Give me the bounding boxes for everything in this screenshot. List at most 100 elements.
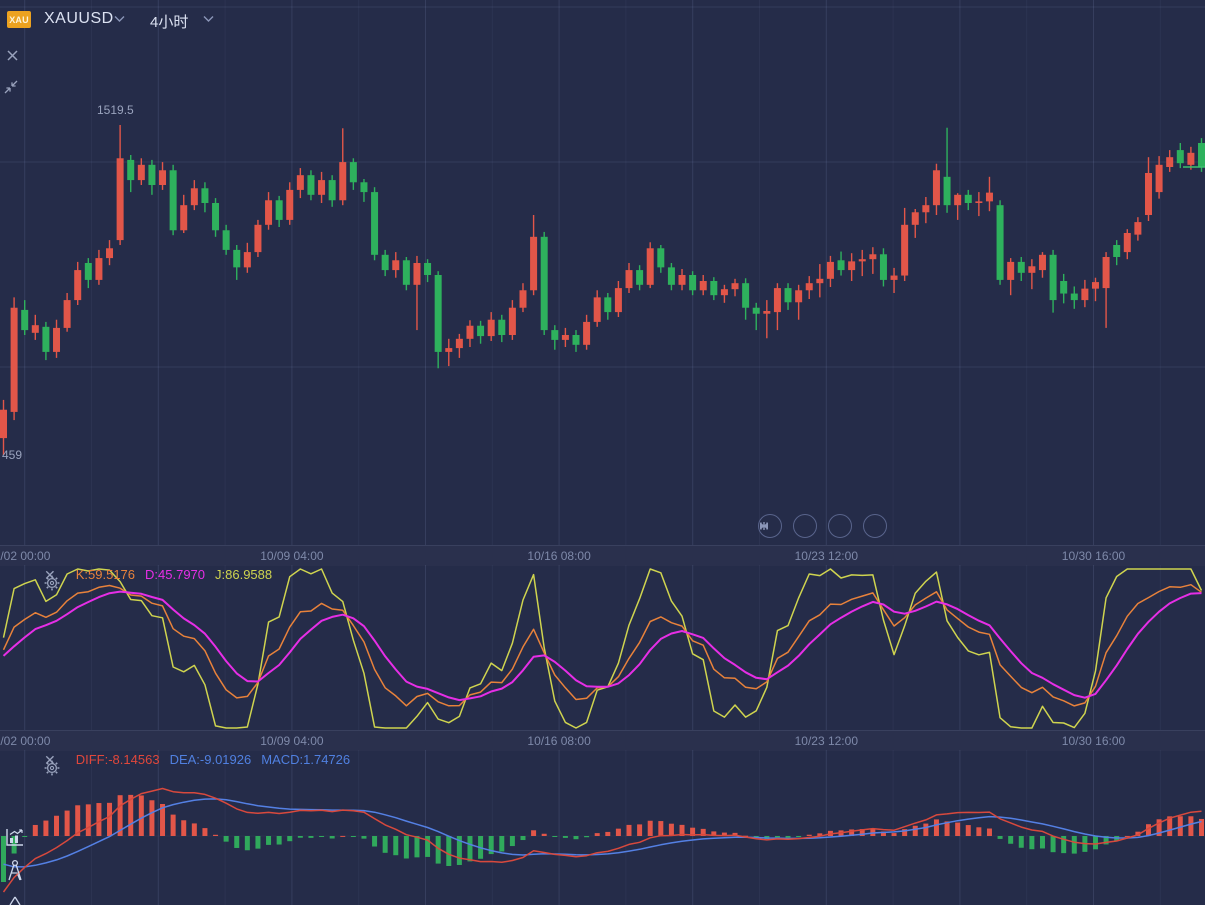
time-axis-label: 10/23 12:00 xyxy=(795,549,858,563)
candle-body xyxy=(1039,255,1046,270)
candle-body xyxy=(763,311,770,314)
macd-histogram-bar xyxy=(542,834,547,836)
symbol-selector[interactable]: XAUUSD xyxy=(44,10,114,28)
timeframe-selector[interactable]: 4小时 xyxy=(150,11,188,32)
macd-histogram-bar xyxy=(255,836,260,849)
candle-body xyxy=(1113,245,1120,257)
macd-histogram-bar xyxy=(54,816,59,836)
candle-body xyxy=(1050,255,1057,300)
candle-body xyxy=(997,205,1004,280)
scroll-to-end-button[interactable] xyxy=(828,514,852,538)
macd-histogram-bar xyxy=(520,836,525,840)
macd-histogram-bar xyxy=(171,815,176,836)
candle-body xyxy=(541,237,548,330)
macd-histogram-bar xyxy=(139,795,144,836)
candle-body xyxy=(562,335,569,340)
zoom-in-button[interactable] xyxy=(863,514,887,538)
candle-body xyxy=(986,193,993,202)
candle-body xyxy=(668,267,675,284)
kdj-j-value: J:86.9588 xyxy=(215,567,272,582)
macd-histogram-bar xyxy=(467,836,472,861)
candle-body xyxy=(64,300,71,328)
macd-histogram-bar xyxy=(552,836,557,837)
candle-body xyxy=(583,322,590,345)
candle-body xyxy=(530,237,537,290)
candle-body xyxy=(626,270,633,288)
candle-body xyxy=(392,260,399,270)
candle-body xyxy=(265,200,272,225)
candle-body xyxy=(403,260,410,285)
macd-histogram-bar xyxy=(595,833,600,836)
candle-body xyxy=(138,165,145,180)
candle-body xyxy=(721,289,728,295)
macd-histogram-bar xyxy=(393,836,398,855)
candle-body xyxy=(350,162,357,182)
macd-histogram-bar xyxy=(149,800,154,836)
time-axis-label: 10/30 16:00 xyxy=(1062,734,1125,748)
candle-body xyxy=(1187,153,1194,165)
macd-histogram-bar xyxy=(1051,836,1056,852)
candle-body xyxy=(1060,281,1067,294)
macd-histogram-bar xyxy=(361,836,366,839)
macd-histogram-bar xyxy=(658,821,663,836)
candle-body xyxy=(1081,289,1088,300)
candle-body xyxy=(117,158,124,240)
macd-histogram-bar xyxy=(1188,816,1193,836)
candle-body xyxy=(1156,165,1163,192)
kdj-time-axis: 10/02 00:0010/09 04:0010/16 08:0010/23 1… xyxy=(0,730,1205,751)
kdj-d-line xyxy=(4,592,1202,701)
symbol-logo-badge: XAU xyxy=(7,11,31,28)
candle-body xyxy=(74,270,81,300)
candle-body xyxy=(233,250,240,267)
candle-body xyxy=(244,252,251,267)
candle-body xyxy=(774,288,781,312)
candle-body xyxy=(382,255,389,270)
scroll-to-start-button[interactable] xyxy=(793,514,817,538)
macd-histogram-bar xyxy=(987,829,992,836)
candle-body xyxy=(636,270,643,285)
kdj-d-value: D:45.7970 xyxy=(145,567,205,582)
candle-body xyxy=(371,192,378,255)
candle-body xyxy=(170,170,177,230)
macd-histogram-bar xyxy=(287,836,292,841)
macd-histogram-bar xyxy=(627,825,632,836)
candle-body xyxy=(307,175,314,195)
macd-value: MACD:1.74726 xyxy=(261,752,350,767)
macd-histogram-bar xyxy=(998,836,1003,839)
candle-body xyxy=(466,326,473,339)
macd-histogram-bar xyxy=(330,836,335,838)
macd-histogram-bar xyxy=(892,833,897,836)
candle-body xyxy=(127,160,134,180)
macd-histogram-bar xyxy=(43,821,48,836)
time-axis-label: 10/23 12:00 xyxy=(795,734,858,748)
macd-histogram-bar xyxy=(192,823,197,836)
candlestick-chart[interactable] xyxy=(0,0,1205,545)
macd-histogram-bar xyxy=(372,836,377,847)
timeframe-chevron-down-icon[interactable] xyxy=(203,15,214,23)
candle-body xyxy=(223,230,230,250)
candle-body xyxy=(572,335,579,345)
chart-nav-controls xyxy=(758,514,887,538)
macd-histogram-bar xyxy=(976,827,981,836)
macd-histogram-bar xyxy=(563,836,568,838)
macd-histogram-bar xyxy=(1072,836,1077,854)
candle-body xyxy=(785,288,792,302)
macd-diff-value: DIFF:-8.14563 xyxy=(76,752,160,767)
macd-histogram-bar xyxy=(319,836,324,837)
candle-body xyxy=(848,261,855,270)
macd-dea-value: DEA:-9.01926 xyxy=(170,752,252,767)
macd-histogram-bar xyxy=(510,836,515,846)
time-axis-label: 10/09 04:00 xyxy=(260,734,323,748)
macd-histogram-bar xyxy=(308,836,313,838)
kdj-indicator-chart[interactable] xyxy=(0,565,1205,730)
macd-histogram-bar xyxy=(1008,836,1013,844)
macd-histogram-bar xyxy=(351,836,356,837)
candle-body xyxy=(647,248,654,285)
macd-histogram-bar xyxy=(531,830,536,836)
symbol-chevron-down-icon[interactable] xyxy=(114,15,125,23)
candle-body xyxy=(329,180,336,200)
time-axis-label: 10/16 08:00 xyxy=(527,734,590,748)
candle-body xyxy=(413,263,420,285)
candle-body xyxy=(32,325,39,333)
macd-indicator-chart[interactable] xyxy=(0,750,1205,905)
